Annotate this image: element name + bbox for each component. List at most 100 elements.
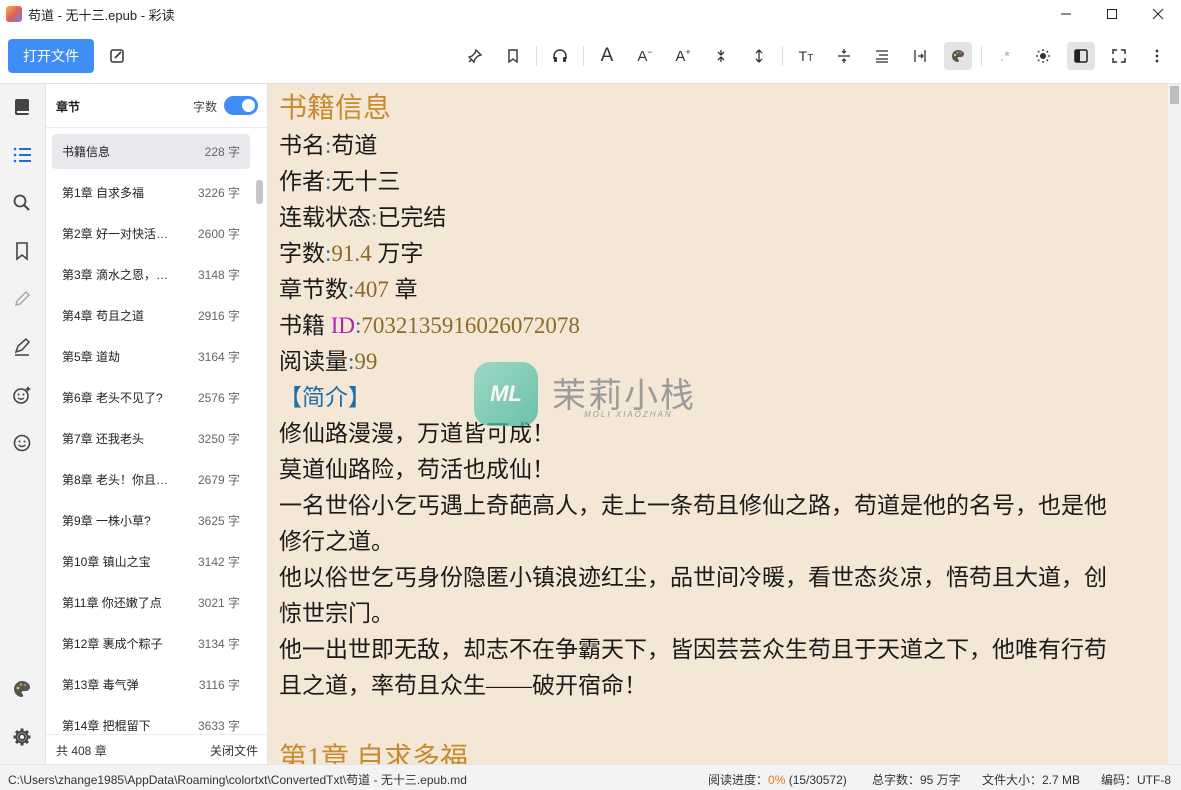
- status-line: 连载状态:已完结: [279, 205, 447, 230]
- reader-scrollbar[interactable]: [1168, 84, 1181, 764]
- reads-value: 99: [354, 349, 378, 374]
- regex-icon: .*: [999, 47, 1010, 65]
- word-count-toggle[interactable]: [224, 96, 258, 115]
- id-line: 书籍 ID:7032135916026072078: [279, 313, 580, 338]
- close-window-button[interactable]: [1135, 0, 1181, 28]
- chapter-item[interactable]: 第9章 一株小草? 3625 字: [52, 503, 250, 538]
- rail-theme-button[interactable]: [9, 676, 35, 702]
- reader-scroll-thumb[interactable]: [1170, 86, 1179, 104]
- chapter-item[interactable]: 第12章 裹成个粽子 3134 字: [52, 626, 250, 661]
- rail-settings-button[interactable]: [9, 724, 35, 750]
- book-name-label: 书名: [279, 133, 325, 158]
- words-line: 字数:91.4 万字: [279, 241, 424, 266]
- pin-icon: [467, 48, 483, 64]
- pin-button[interactable]: [461, 42, 489, 70]
- side-rail: [0, 84, 46, 764]
- chapter-item[interactable]: 第8章 老头！你且… 2679 字: [52, 462, 250, 497]
- reading-area[interactable]: 书籍信息 书名:苟道 作者:无十三 连载状态:已完结 字数:91.4 万字 章节…: [268, 84, 1168, 764]
- chapter-item[interactable]: 第10章 镇山之宝 3142 字: [52, 544, 250, 579]
- brightness-button[interactable]: [1029, 42, 1057, 70]
- book-name-value: 苟道: [331, 133, 378, 158]
- chapter-item[interactable]: 第14章 把棍留下 3633 字: [52, 708, 250, 734]
- rail-ai-button[interactable]: [9, 382, 35, 408]
- chapter-name: 第4章 苟且之道: [62, 309, 145, 323]
- paragraph-spacing-button[interactable]: [830, 42, 858, 70]
- chapter-name: 书籍信息: [62, 145, 111, 159]
- book-icon: [15, 99, 29, 115]
- close-file-button[interactable]: 关闭文件: [210, 742, 258, 759]
- font-larger-button[interactable]: A+: [669, 42, 697, 70]
- chapter-list-scrollbar[interactable]: [256, 180, 263, 204]
- color-theme-button[interactable]: [944, 42, 972, 70]
- chapter-item[interactable]: 第7章 还我老头 3250 字: [52, 421, 250, 456]
- author-line: 作者:无十三: [279, 169, 401, 194]
- words-label: 字数: [279, 241, 325, 266]
- minimize-button[interactable]: [1043, 0, 1089, 28]
- text-style-button[interactable]: TT: [792, 42, 820, 70]
- align-button[interactable]: [868, 42, 896, 70]
- status-value: 已完结: [377, 205, 447, 230]
- bookmark-button[interactable]: [499, 42, 527, 70]
- progress-detail: (15/30572): [788, 773, 847, 787]
- rail-search-button[interactable]: [9, 190, 35, 216]
- chapter-item[interactable]: 第1章 自求多福 3226 字: [52, 175, 250, 210]
- chapter-word-count: 2679 字: [197, 473, 240, 487]
- page-width-button[interactable]: [906, 42, 934, 70]
- chapter-list: 书籍信息 228 字 第1章 自求多福 3226 字 第2章 好一对快活… 2600 …: [46, 128, 268, 734]
- chapter-item[interactable]: 第2章 好一对快活… 2600 字: [52, 216, 250, 251]
- author-value: 无十三: [331, 169, 401, 194]
- id-label: 书籍: [279, 313, 325, 338]
- font-icon: A: [600, 45, 614, 66]
- chapter-item[interactable]: 书籍信息 228 字: [52, 134, 250, 169]
- window-controls: [1043, 0, 1181, 28]
- edit-button[interactable]: [104, 43, 130, 69]
- chapter-item[interactable]: 第11章 你还嫩了点 3021 字: [52, 585, 250, 620]
- toolbar: 打开文件 A A− A+ TT .*: [0, 28, 1181, 84]
- list-icon: [13, 147, 31, 163]
- rail-book-button[interactable]: [9, 94, 35, 120]
- chapter-name: 第13章 毒气弹: [62, 678, 139, 692]
- chapter-name: 第1章 自求多福: [62, 186, 145, 200]
- book-content: 书籍信息 书名:苟道 作者:无十三 连载状态:已完结 字数:91.4 万字 章节…: [279, 90, 1151, 764]
- chapter-word-count: 2916 字: [197, 309, 240, 323]
- book-name-line: 书名:苟道: [279, 133, 378, 158]
- toggle-sidebar-button[interactable]: [1067, 42, 1095, 70]
- rail-highlight-button[interactable]: [9, 286, 35, 312]
- chapter-item[interactable]: 第13章 毒气弹 3116 字: [52, 667, 250, 702]
- font-button[interactable]: A: [593, 42, 621, 70]
- rail-emoji-button[interactable]: [9, 430, 35, 456]
- more-menu-button[interactable]: [1143, 42, 1171, 70]
- chapters-line: 章节数:407 章: [279, 277, 418, 302]
- reads-line: 阅读量:99: [279, 349, 378, 374]
- chapter-item[interactable]: 第4章 苟且之道 2916 字: [52, 298, 250, 333]
- open-file-button[interactable]: 打开文件: [8, 39, 94, 73]
- title-bar: 苟道 - 无十三.epub - 彩读: [0, 0, 1181, 28]
- font-decrease-icon: A−: [637, 47, 653, 65]
- chapter-name: 第14章 把棍留下: [62, 719, 151, 733]
- chapter-word-count: 3021 字: [197, 596, 240, 610]
- intro-paragraph: 修行之道。: [279, 529, 394, 554]
- reading-progress: 阅读进度：0% (15/30572): [708, 771, 847, 788]
- chapter-item[interactable]: 第3章 滴水之恩，… 3148 字: [52, 257, 250, 292]
- line-spacing-increase-button[interactable]: [745, 42, 773, 70]
- smile-icon: [13, 434, 31, 452]
- chapter-item[interactable]: 第5章 道劫 3164 字: [52, 339, 250, 374]
- chapter-panel-title: 章节: [56, 100, 81, 114]
- font-smaller-button[interactable]: A−: [631, 42, 659, 70]
- watermark-sub: MOLI XIAOZHAN: [584, 410, 673, 419]
- compress-vertical-icon: [717, 50, 725, 62]
- rail-chapters-button[interactable]: [9, 142, 35, 168]
- line-spacing-decrease-button[interactable]: [707, 42, 735, 70]
- intro-label: 【简介】: [279, 385, 371, 410]
- chapter-item[interactable]: 第6章 老头不见了? 2576 字: [52, 380, 250, 415]
- rail-notes-button[interactable]: [9, 334, 35, 360]
- chapter-name: 第6章 老头不见了?: [62, 391, 163, 405]
- maximize-button[interactable]: [1089, 0, 1135, 28]
- fullscreen-button[interactable]: [1105, 42, 1133, 70]
- regex-button[interactable]: .*: [991, 42, 1019, 70]
- rail-bookmarks-button[interactable]: [9, 238, 35, 264]
- listen-button[interactable]: [546, 42, 574, 70]
- toolbar-divider: [583, 46, 584, 66]
- chapter-word-count: 3116 字: [198, 678, 240, 692]
- intro-paragraph: 他一出世即无敌，却志不在争霸天下，皆因芸芸众生苟且于天道之下，他唯有行苟: [279, 637, 1107, 662]
